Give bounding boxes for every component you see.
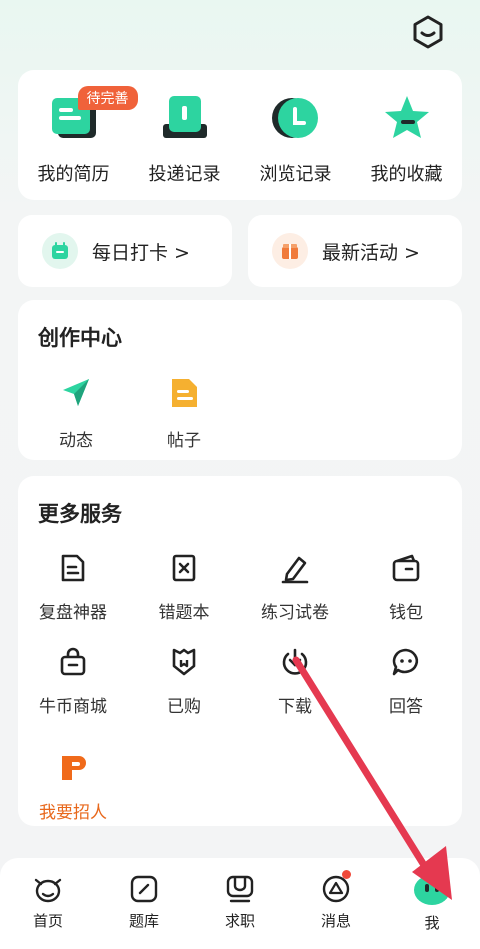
gift-icon — [272, 233, 308, 269]
create-label: 动态 — [59, 431, 93, 451]
document-icon — [172, 379, 197, 407]
hexagon-face-icon — [413, 15, 443, 49]
download-button[interactable]: 下载 — [240, 646, 350, 717]
error-book-icon — [172, 554, 196, 582]
download-icon — [282, 648, 308, 675]
cow-face-icon — [34, 878, 62, 903]
star-icon — [378, 92, 436, 144]
nav-me[interactable]: 我 — [384, 858, 480, 949]
nav-label: 求职 — [224, 912, 255, 930]
nav-label: 题库 — [128, 912, 159, 930]
browse-history-button[interactable]: 浏览记录 — [246, 92, 346, 186]
wrong-questions-button[interactable]: 错题本 — [129, 552, 239, 623]
settings-button[interactable] — [410, 14, 446, 50]
edit-square-icon — [130, 875, 158, 903]
delivery-icon — [156, 92, 214, 144]
section-title: 创作中心 — [38, 326, 122, 350]
creation-center-card: 创作中心 动态 帖子 — [18, 300, 462, 460]
chat-bubble-icon — [392, 648, 419, 676]
latest-activity-button[interactable]: 最新活动 > — [248, 215, 462, 287]
unread-dot — [342, 870, 351, 879]
pencil-icon — [281, 556, 309, 584]
service-label: 练习试卷 — [261, 603, 329, 623]
calendar-icon — [42, 233, 78, 269]
checkin-label: 每日打卡 > — [92, 241, 190, 264]
nav-label: 我 — [424, 914, 440, 932]
service-label: 下载 — [278, 697, 312, 717]
shield-icon — [172, 648, 196, 676]
create-label: 帖子 — [167, 431, 201, 451]
recruit-button[interactable]: 我要招人 — [18, 752, 128, 823]
activity-label: 最新活动 > — [322, 241, 420, 264]
quick-access-card: 待完善 我的简历 投递记录 浏览记录 我的收藏 — [18, 70, 462, 200]
paper-plane-icon — [63, 379, 89, 406]
service-label: 钱包 — [389, 603, 423, 623]
shopping-bag-icon — [60, 647, 86, 676]
resume-badge: 待完善 — [77, 86, 138, 110]
quick-label: 我的简历 — [37, 164, 110, 185]
review-tool-button[interactable]: 复盘神器 — [18, 552, 128, 623]
daily-checkin-button[interactable]: 每日打卡 > — [18, 215, 232, 287]
my-favorites-button[interactable]: 我的收藏 — [357, 92, 457, 186]
quick-label: 投递记录 — [148, 164, 221, 185]
briefcase-icon — [226, 875, 254, 903]
service-label: 错题本 — [158, 603, 210, 623]
nav-messages[interactable]: 消息 — [288, 858, 384, 949]
delivery-record-button[interactable]: 投递记录 — [135, 92, 235, 186]
section-title: 更多服务 — [38, 502, 122, 526]
note-icon — [61, 554, 85, 582]
bottom-navigation: 首页 题库 求职 消息 我 — [0, 858, 480, 949]
coin-mall-button[interactable]: 牛币商城 — [18, 646, 128, 717]
quick-label: 我的收藏 — [370, 164, 443, 185]
nav-jobs[interactable]: 求职 — [192, 858, 288, 949]
top-bar — [0, 0, 480, 64]
create-post-status-button[interactable]: 动态 — [36, 376, 116, 451]
service-label: 牛币商城 — [39, 697, 107, 717]
quick-label: 浏览记录 — [259, 164, 332, 185]
nav-question-bank[interactable]: 题库 — [96, 858, 192, 949]
practice-paper-button[interactable]: 练习试卷 — [240, 552, 350, 623]
wallet-icon — [392, 554, 420, 582]
my-resume-button[interactable]: 待完善 我的简历 — [24, 86, 138, 186]
service-label: 复盘神器 — [39, 603, 107, 623]
purchased-button[interactable]: 已购 — [129, 646, 239, 717]
mascot-face-icon — [414, 875, 450, 905]
wallet-button[interactable]: 钱包 — [351, 552, 461, 623]
service-label: 我要招人 — [39, 803, 107, 823]
service-label: 回答 — [389, 697, 423, 717]
service-label: 已购 — [167, 697, 201, 717]
create-article-button[interactable]: 帖子 — [144, 376, 224, 451]
recruit-logo-icon — [62, 756, 86, 780]
answer-button[interactable]: 回答 — [351, 646, 461, 717]
nav-home[interactable]: 首页 — [0, 858, 96, 949]
nav-label: 首页 — [32, 912, 63, 930]
nav-label: 消息 — [320, 912, 351, 930]
history-icon — [267, 92, 325, 144]
more-services-card: 更多服务 复盘神器 错题本 练习试卷 钱包 牛币商城 已购 下载 回答 我要招人 — [18, 476, 462, 826]
